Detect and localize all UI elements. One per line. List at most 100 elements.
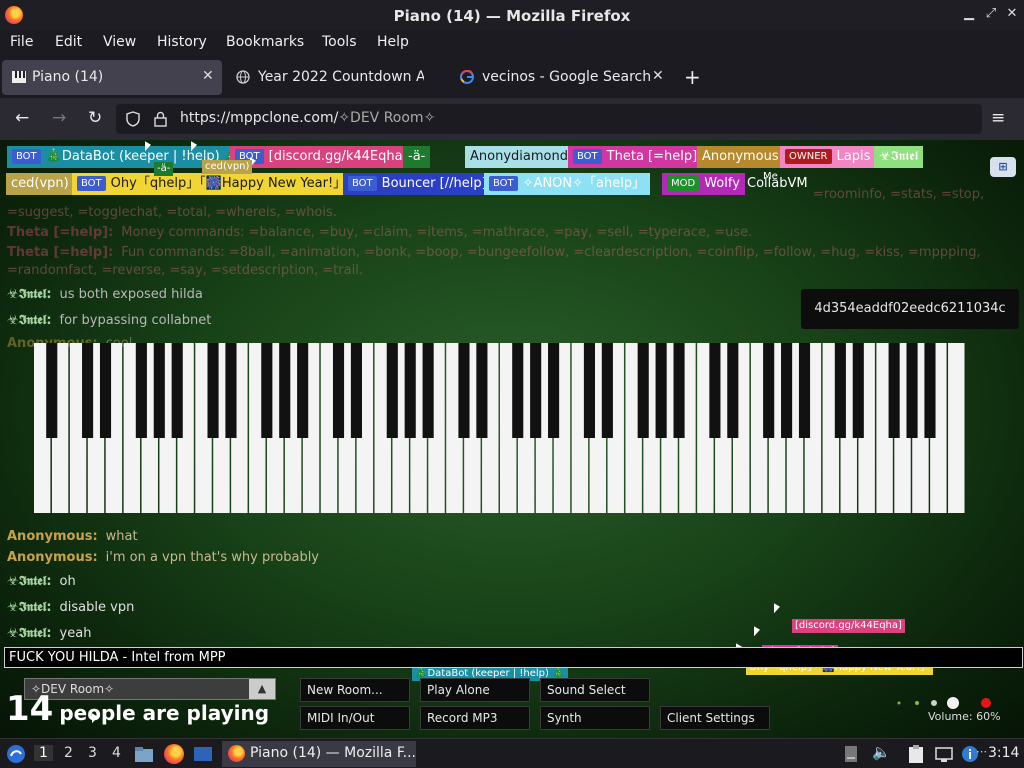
disk-icon[interactable]	[843, 745, 859, 763]
lock-icon[interactable]	[154, 111, 167, 127]
back-arrow-icon[interactable]: ←	[15, 108, 29, 128]
black-key[interactable]	[46, 343, 58, 438]
black-key[interactable]	[924, 343, 936, 438]
menu-edit[interactable]: Edit	[55, 34, 82, 50]
user-tag[interactable]: OWNER Lapis	[780, 146, 876, 168]
player-count-text: people are playing	[59, 701, 270, 725]
user-tag[interactable]: ☣𝕴𝖓𝖙𝖊𝖑	[874, 146, 924, 168]
url-bar[interactable]: https://mppclone.com/✧DEV Room✧	[116, 104, 982, 134]
black-key[interactable]	[135, 343, 147, 438]
black-key[interactable]	[153, 343, 165, 438]
user-tag[interactable]: ced(vpn)	[6, 173, 74, 195]
file-manager-icon[interactable]	[134, 745, 154, 763]
taskbar-firefox-window[interactable]: Piano (14) — Mozilla F...	[222, 741, 416, 767]
speaker-icon[interactable]: 🔈	[872, 743, 891, 761]
new-tab-plus-icon[interactable]: +	[684, 65, 701, 89]
chat-message: Anonymous: what	[7, 529, 138, 544]
tab-piano[interactable]: Piano (14) ✕	[2, 60, 222, 95]
toggle-list-button[interactable]: ⊞	[990, 157, 1016, 177]
black-key[interactable]	[99, 343, 112, 438]
forward-arrow-icon[interactable]: →	[52, 108, 66, 128]
black-key[interactable]	[458, 343, 470, 438]
tab-google-search[interactable]: vecinos - Google Search ✕	[450, 60, 672, 95]
user-tag[interactable]: BOT ✧ANON✧「ahelp」	[484, 173, 651, 195]
chat-text: what	[105, 529, 138, 544]
tab-countdown[interactable]: Year 2022 Countdown Ar	[226, 60, 448, 95]
black-key[interactable]	[225, 343, 237, 438]
black-key[interactable]	[548, 343, 560, 438]
piano-keyboard[interactable]	[34, 343, 966, 513]
tab-close-icon[interactable]: ✕	[652, 68, 664, 84]
midi-in-out-button[interactable]: MIDI In/Out	[300, 706, 410, 730]
menu-view[interactable]: View	[103, 34, 136, 50]
menu-help[interactable]: Help	[377, 34, 409, 50]
black-key[interactable]	[709, 343, 721, 438]
black-key[interactable]	[781, 343, 793, 438]
black-key[interactable]	[852, 343, 864, 438]
black-key[interactable]	[673, 343, 685, 438]
user-tag[interactable]: Anonymous	[697, 146, 784, 168]
black-key[interactable]	[637, 343, 649, 438]
notification-count-icon[interactable]: ⋯	[976, 745, 987, 758]
chat-message: Theta [=help]: Fun commands: =8ball, =ani…	[7, 245, 981, 260]
black-key[interactable]	[834, 343, 846, 438]
black-key[interactable]	[297, 343, 309, 438]
clipboard-icon[interactable]	[906, 744, 926, 764]
white-key[interactable]	[948, 343, 965, 513]
play-alone-button[interactable]: Play Alone	[420, 678, 530, 702]
black-key[interactable]	[82, 343, 94, 438]
workspace-4[interactable]: 4	[112, 745, 121, 761]
user-tag[interactable]: Anonydiamond	[465, 146, 573, 168]
start-menu-icon[interactable]	[6, 744, 26, 764]
firefox-launcher-icon[interactable]	[164, 744, 184, 764]
shield-icon[interactable]	[126, 111, 140, 127]
black-key[interactable]	[888, 343, 900, 438]
black-key[interactable]	[476, 343, 488, 438]
black-key[interactable]	[763, 343, 775, 438]
workspace-3[interactable]: 3	[88, 745, 97, 761]
user-tag[interactable]: BOT Ohy「qhelp」「🎆Happy New Year!」	[72, 173, 352, 195]
synth-button[interactable]: Synth	[540, 706, 650, 730]
menu-file[interactable]: File	[10, 34, 33, 50]
black-key[interactable]	[171, 343, 183, 438]
reload-icon[interactable]: ↻	[88, 108, 102, 128]
sound-select-button[interactable]: Sound Select	[540, 678, 650, 702]
black-key[interactable]	[906, 343, 918, 438]
black-key[interactable]	[404, 343, 416, 438]
workspace-2[interactable]: 2	[64, 745, 73, 761]
black-key[interactable]	[601, 343, 613, 438]
user-tag[interactable]: BOT Bouncer [//help]	[343, 173, 492, 195]
workspace-1[interactable]: 1	[34, 745, 53, 761]
tab-close-icon[interactable]: ✕	[202, 68, 214, 84]
hamburger-menu-icon[interactable]: ≡	[991, 108, 1005, 128]
maximize-icon[interactable]: ⤢	[982, 5, 1000, 23]
menu-history[interactable]: History	[157, 34, 207, 50]
black-key[interactable]	[261, 343, 273, 438]
black-key[interactable]	[386, 343, 398, 438]
black-key[interactable]	[727, 343, 739, 438]
black-key[interactable]	[350, 343, 362, 438]
menu-bookmarks[interactable]: Bookmarks	[226, 34, 304, 50]
black-key[interactable]	[207, 343, 219, 438]
black-key[interactable]	[422, 343, 434, 438]
new-room-button[interactable]: New Room...	[300, 678, 410, 702]
black-key[interactable]	[332, 343, 345, 438]
minimize-icon[interactable]: ▁	[960, 5, 978, 23]
black-key[interactable]	[583, 343, 595, 438]
black-key[interactable]	[798, 343, 811, 438]
menu-tools[interactable]: Tools	[322, 34, 357, 50]
network-icon[interactable]	[934, 745, 954, 763]
chat-input[interactable]: FUCK YOU HILDA - Intel from MPP	[4, 647, 1023, 668]
black-key[interactable]	[530, 343, 542, 438]
user-tag[interactable]: -ä-	[403, 146, 431, 168]
record-mp3-button[interactable]: Record MP3	[420, 706, 530, 730]
close-icon[interactable]: ✕	[1003, 5, 1021, 23]
user-tag[interactable]: BOT [discord.gg/k44Eqha]	[230, 146, 413, 168]
user-tag[interactable]: BOT Theta [=help]	[568, 146, 703, 168]
black-key[interactable]	[512, 343, 524, 438]
client-settings-button[interactable]: Client Settings	[660, 706, 770, 730]
user-tag[interactable]: MOD Wolfy	[662, 173, 745, 195]
black-key[interactable]	[279, 343, 291, 438]
black-key[interactable]	[655, 343, 667, 438]
terminal-icon[interactable]	[193, 745, 213, 763]
